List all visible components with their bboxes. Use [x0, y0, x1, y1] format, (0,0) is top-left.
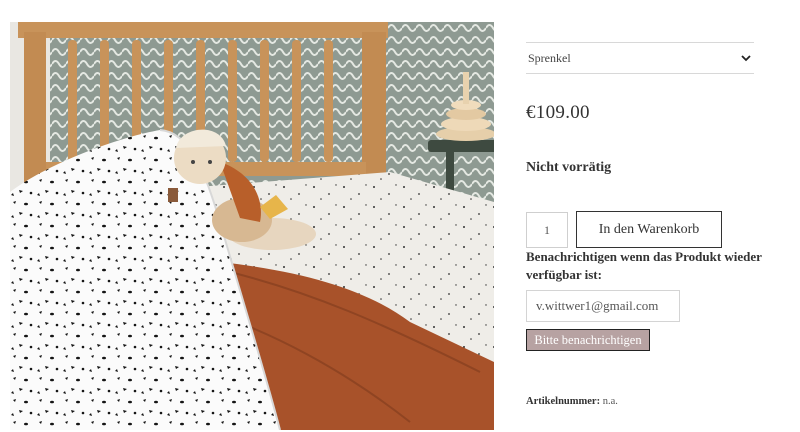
product-image[interactable]: [10, 22, 494, 430]
variant-selected-value: Sprenkel: [528, 50, 571, 65]
notify-button[interactable]: Bitte benachrichtigen: [526, 329, 650, 351]
product-price: €109.00: [526, 102, 590, 123]
stock-status: Nicht vorrätig: [526, 160, 612, 175]
variant-select[interactable]: Sprenkel: [526, 42, 754, 74]
chevron-down-icon: [740, 52, 752, 64]
add-to-cart-button[interactable]: In den Warenkorb: [576, 211, 722, 248]
notify-label: Benachrichtigen wenn das Produkt wieder …: [526, 249, 762, 282]
sku-label: Artikelnummer:: [526, 396, 601, 407]
quantity-input[interactable]: 1: [526, 212, 568, 248]
product-photo: [10, 22, 494, 430]
sku-value: n.a.: [602, 396, 618, 407]
email-field[interactable]: v.wittwer1@gmail.com: [526, 290, 680, 322]
sku-line: Artikelnummer: n.a.: [526, 396, 618, 407]
